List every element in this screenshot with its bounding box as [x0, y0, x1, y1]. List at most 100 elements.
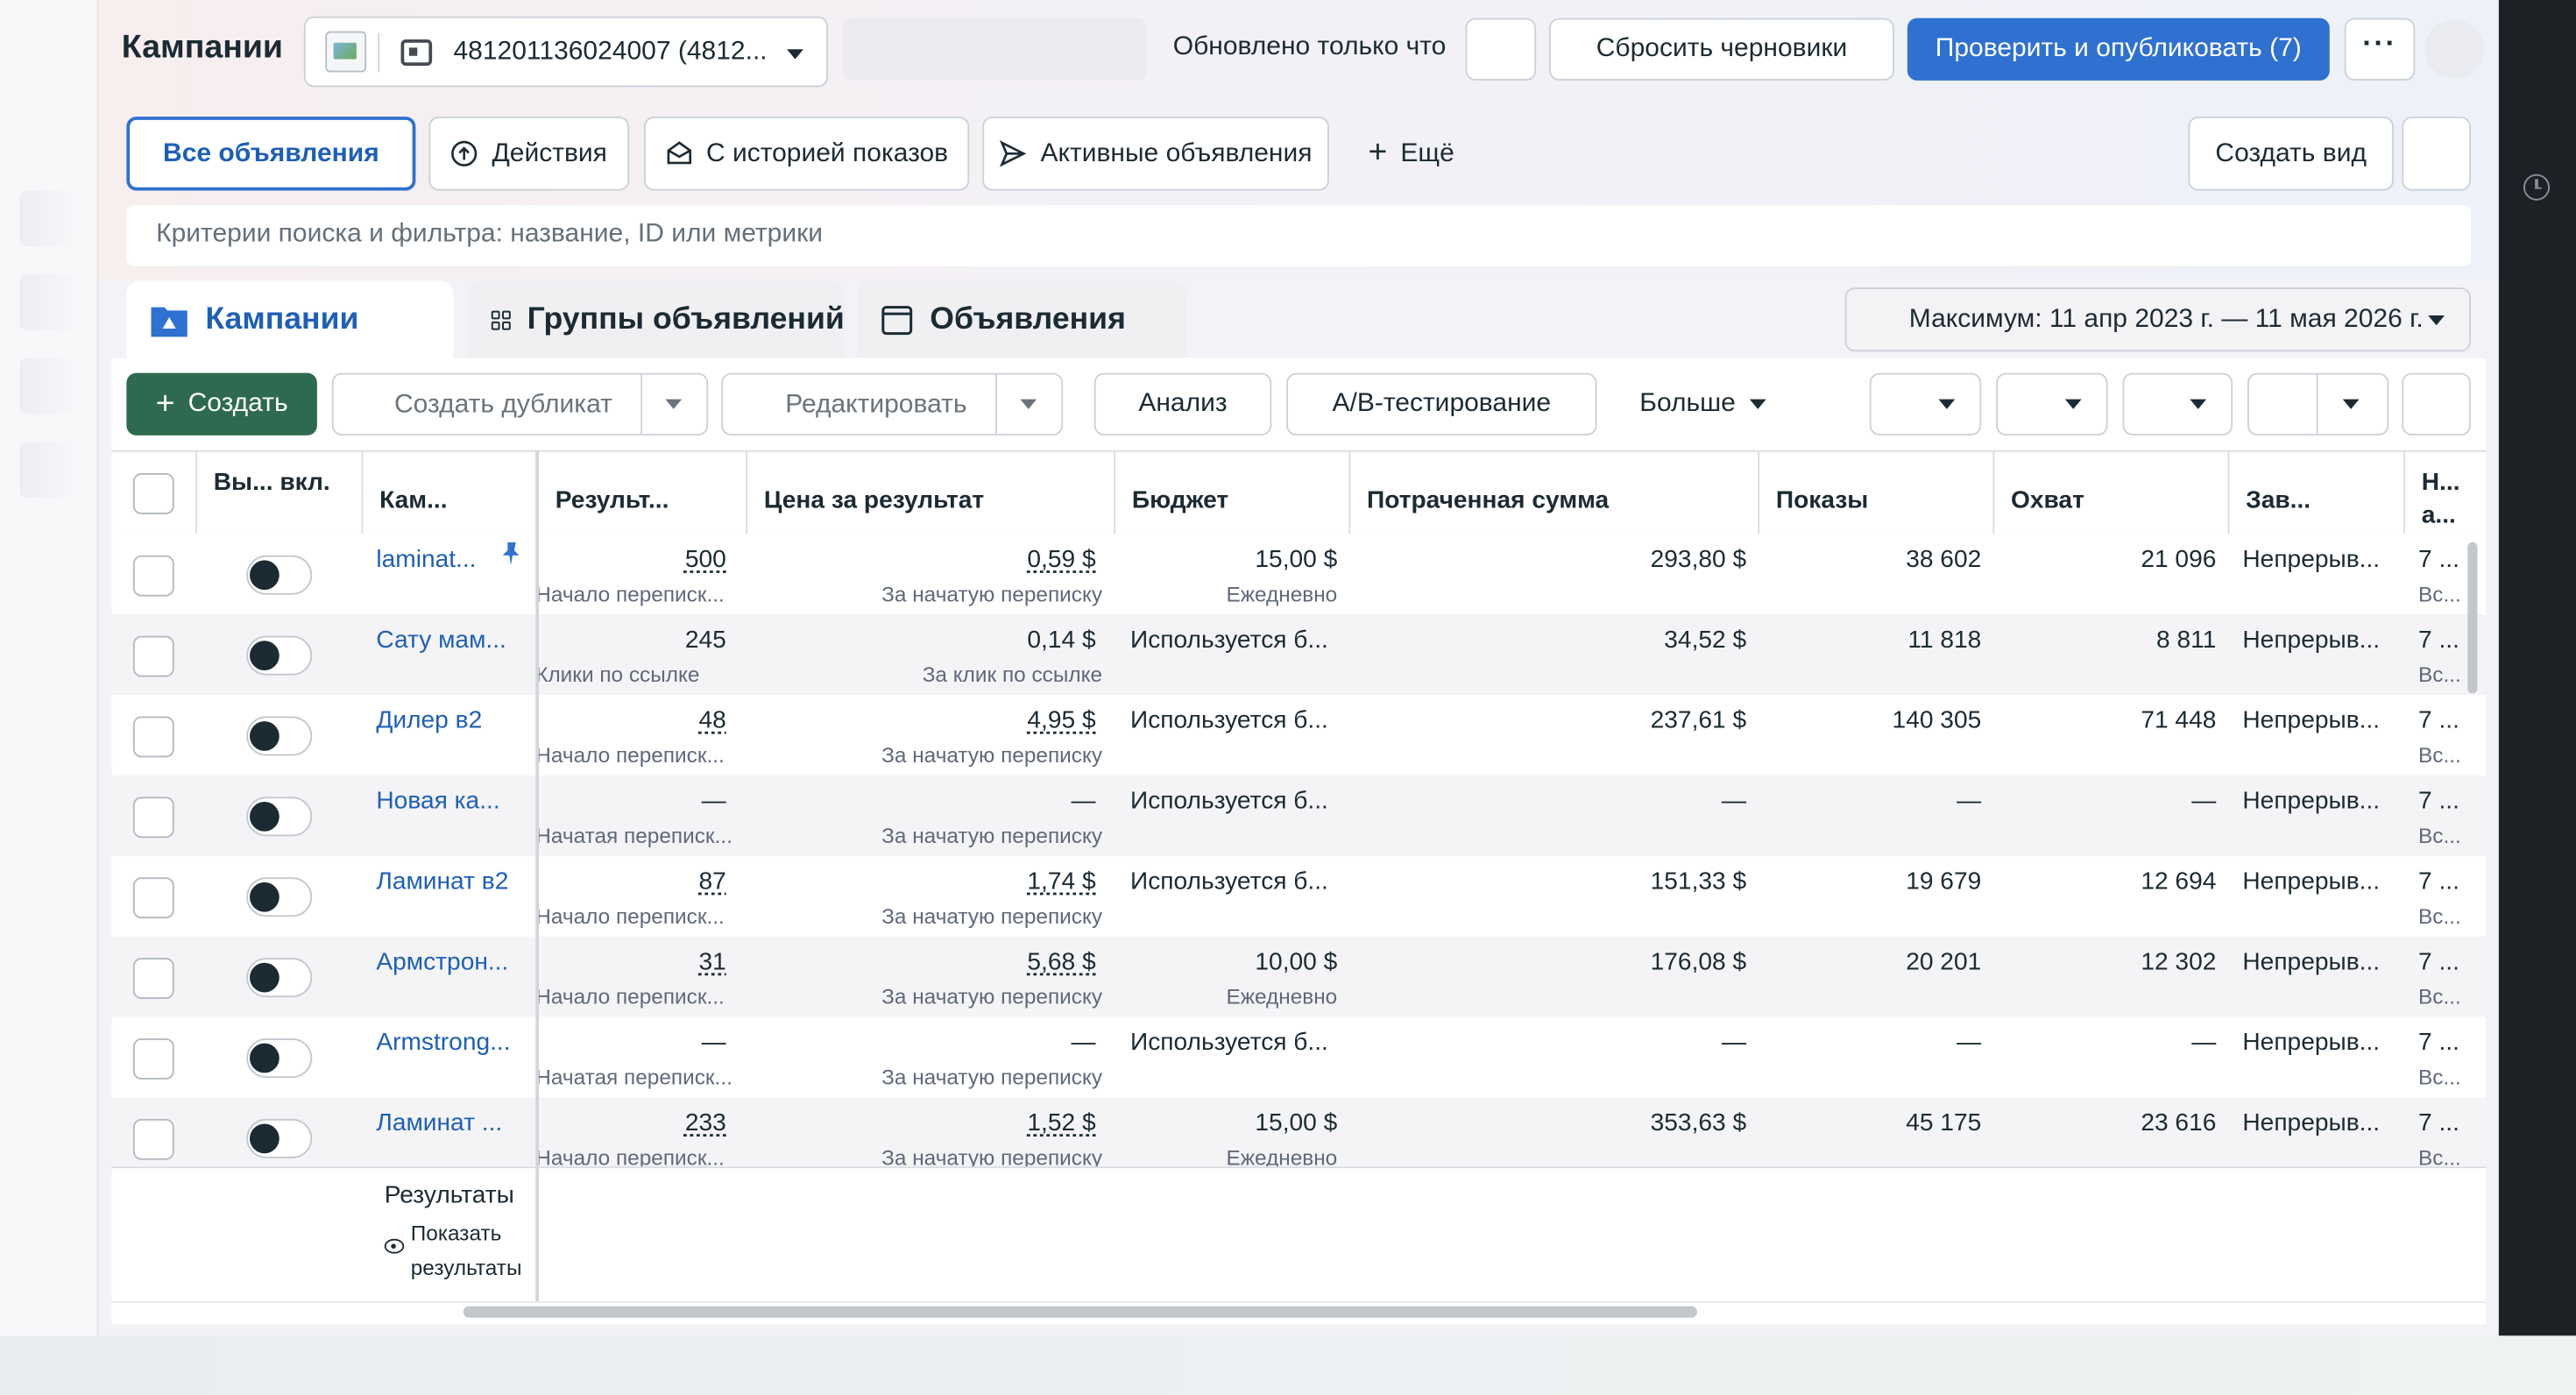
view-settings-button[interactable]	[2402, 117, 2471, 191]
view-with-history[interactable]: С историей показов	[644, 117, 970, 191]
analysis-button[interactable]: Анализ	[1093, 372, 1272, 435]
tab-ads[interactable]: Объявления	[857, 280, 1186, 360]
loading-placeholder	[842, 18, 1147, 81]
spent-value: 237,61 $	[1650, 706, 1747, 735]
eye-icon[interactable]	[384, 1238, 405, 1254]
nav-placeholder-2[interactable]	[19, 274, 76, 330]
campaign-name-link[interactable]: Новая ка...	[376, 787, 527, 815]
col-cost-per-result[interactable]: Цена за результат	[747, 451, 1116, 536]
nav-placeholder-1[interactable]	[19, 190, 76, 247]
edit-button[interactable]: Редактировать	[721, 372, 1064, 435]
row-checkbox[interactable]	[132, 877, 174, 919]
campaign-name-link[interactable]: Сату мам...	[376, 626, 527, 654]
date-range-picker[interactable]: Максимум: 11 апр 2023 г. — 11 мая 2026 г…	[1844, 287, 2471, 352]
row-checkbox[interactable]	[132, 797, 174, 839]
impressions-value: —	[1957, 787, 1982, 815]
campaign-toggle[interactable]	[246, 1038, 313, 1078]
account-selector[interactable]: 481201136024007 (4812...	[303, 16, 828, 88]
reset-drafts-button[interactable]: Сбросить черновики	[1549, 18, 1894, 81]
campaign-name-link[interactable]: Дилер в2	[376, 706, 527, 734]
search-input[interactable]: Критерии поиска и фильтра: название, ID …	[126, 205, 2471, 266]
more-dots-icon: ···	[2362, 26, 2397, 60]
pin-icon[interactable]	[501, 542, 521, 565]
more-menu-button[interactable]: Больше	[1639, 389, 1736, 419]
avatar[interactable]	[2424, 19, 2484, 79]
view-all-ads[interactable]: Все объявления	[126, 117, 416, 191]
table-row[interactable]: Ламинат в2 87 Начало переписк... 1,74 $ …	[111, 855, 2486, 937]
reach-value: —	[2191, 1028, 2217, 1057]
cost-per-result-value: —	[1071, 787, 1096, 815]
table-row[interactable]: Дилер в2 48 Начало переписк... 4,95 $ За…	[111, 695, 2486, 775]
last-col-sub: Вс...	[2418, 581, 2461, 606]
col-last[interactable]: Н... а...	[2405, 452, 2486, 536]
campaign-name-link[interactable]: Ламинат в2	[376, 867, 527, 896]
horizontal-scrollbar[interactable]	[463, 1306, 1697, 1318]
review-publish-button[interactable]: Проверить и опубликовать (7)	[1907, 18, 2330, 81]
budget-value: Используется б...	[1130, 1028, 1328, 1057]
show-results-link[interactable]: Показать результаты	[411, 1216, 534, 1285]
table-row[interactable]: Армстрон... 31 Начало переписк... 5,68 $…	[111, 936, 2486, 1017]
breakdown-dropdown[interactable]	[1996, 372, 2108, 435]
tab-adsets[interactable]: Группы объявлений	[468, 280, 845, 360]
view-actions[interactable]: Действия	[428, 117, 630, 191]
view-more[interactable]: + Ещё	[1352, 117, 1470, 190]
export-dropdown[interactable]	[2247, 372, 2389, 435]
tab-campaigns[interactable]: Кампании	[126, 280, 454, 360]
send-icon	[1000, 140, 1027, 167]
view-active-ads[interactable]: Активные объявления	[982, 117, 1329, 191]
col-results[interactable]: Результ...	[539, 451, 748, 536]
campaign-toggle[interactable]	[246, 1118, 313, 1158]
budget-value: Используется б...	[1130, 787, 1328, 815]
nav-placeholder-4[interactable]	[19, 442, 76, 499]
table-row[interactable]: laminat... 500 Начало переписк... 0,59 $…	[111, 534, 2486, 615]
campaign-name-link[interactable]: Армстрон...	[376, 948, 527, 976]
campaign-toggle[interactable]	[246, 877, 313, 917]
col-campaign[interactable]: Кам...	[363, 451, 538, 536]
last-col-value: 7 ...	[2418, 1108, 2459, 1137]
ends-value: Непрерыв...	[2242, 545, 2381, 574]
col-onoff[interactable]: Вы... вкл.	[197, 451, 364, 536]
campaign-toggle[interactable]	[246, 555, 313, 595]
toolbar-extra-button[interactable]	[2402, 372, 2471, 435]
results-value: 233	[684, 1108, 726, 1137]
col-ends[interactable]: Зав...	[2229, 451, 2405, 536]
campaign-toggle[interactable]	[246, 797, 313, 837]
col-reach[interactable]: Охват	[1994, 451, 2230, 536]
chevron-down-icon[interactable]	[665, 399, 683, 409]
upload-circle-icon	[451, 140, 478, 166]
row-checkbox[interactable]	[132, 958, 174, 999]
spent-value: 293,80 $	[1650, 545, 1747, 574]
row-checkbox[interactable]	[132, 1118, 174, 1160]
cost-per-result-value: 1,52 $	[1027, 1108, 1096, 1137]
more-options-button[interactable]: ···	[2344, 18, 2416, 81]
table-row[interactable]: Armstrong... — Начатая переписк... — За …	[111, 1016, 2486, 1098]
vertical-scrollbar[interactable]	[2467, 542, 2478, 694]
table-row[interactable]: Сату мам... 245 Клики по ссылке 0,14 $ З…	[111, 614, 2486, 696]
campaign-name-link[interactable]: Ламинат ...	[376, 1109, 527, 1137]
ab-test-button[interactable]: A/B-тестирование	[1286, 372, 1597, 435]
create-view-button[interactable]: Создать вид	[2188, 117, 2394, 191]
campaign-toggle[interactable]	[246, 716, 313, 756]
campaign-toggle[interactable]	[246, 635, 313, 676]
chevron-down-icon	[787, 49, 803, 60]
row-checkbox[interactable]	[132, 1038, 174, 1080]
duplicate-button[interactable]: Создать дубликат	[331, 372, 709, 435]
create-button[interactable]: + Создать	[126, 372, 317, 435]
row-checkbox[interactable]	[132, 635, 174, 677]
col-budget[interactable]: Бюджет	[1115, 451, 1351, 536]
table-row[interactable]: Новая ка... — Начатая переписк... — За н…	[111, 775, 2486, 856]
campaign-toggle[interactable]	[246, 958, 313, 998]
nav-placeholder-3[interactable]	[19, 358, 76, 414]
chevron-down-icon[interactable]	[1020, 399, 1037, 409]
columns-dropdown[interactable]	[1869, 372, 1982, 435]
reports-dropdown[interactable]	[2122, 372, 2233, 435]
col-spent[interactable]: Потраченная сумма	[1350, 451, 1760, 536]
cost-per-result-value: 1,74 $	[1027, 867, 1096, 896]
empty-icon-button[interactable]	[1465, 18, 1537, 81]
col-impressions[interactable]: Показы	[1759, 451, 1995, 536]
campaign-name-link[interactable]: Armstrong...	[376, 1029, 527, 1057]
row-checkbox[interactable]	[132, 716, 174, 758]
select-all-checkbox[interactable]	[132, 473, 174, 514]
history-clock-icon[interactable]	[2523, 173, 2550, 201]
row-checkbox[interactable]	[132, 555, 174, 597]
